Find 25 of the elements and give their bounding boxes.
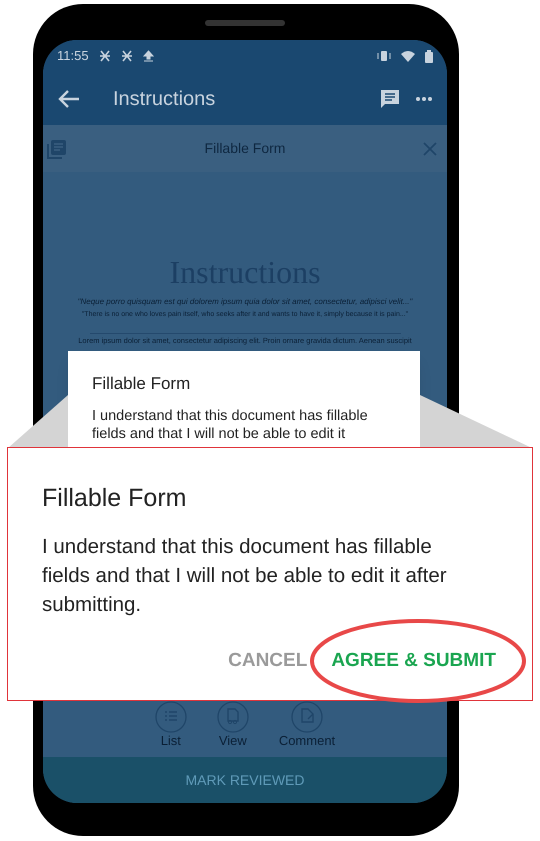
- mark-reviewed-button[interactable]: MARK REVIEWED: [185, 770, 304, 790]
- callout-message: I understand that this document has fillable fields and that I will not be able to edit it after submitting.: [42, 534, 448, 618]
- nav-label[interactable]: View: [218, 734, 247, 747]
- cancel-button[interactable]: CANCEL: [228, 642, 308, 679]
- app-bar-title: Instructions: [113, 86, 216, 112]
- comment-icon[interactable]: [290, 701, 323, 733]
- back-arrow-icon[interactable]: [57, 88, 81, 108]
- status-time: 11:55: [57, 47, 89, 66]
- message-icon[interactable]: [379, 88, 401, 110]
- dialog-message: I understand that this document has fillable fields and that I will not be able to edit it: [92, 406, 369, 442]
- battery-icon: [425, 50, 433, 62]
- more-icon[interactable]: [415, 96, 433, 102]
- vibrate-icon: [377, 50, 391, 62]
- close-icon[interactable]: [423, 142, 437, 156]
- wifi-icon: [401, 50, 415, 62]
- list-icon[interactable]: [154, 701, 187, 733]
- upload-icon: [142, 50, 154, 62]
- nav-label[interactable]: Comment: [278, 734, 336, 747]
- document-title: Fillable Form: [204, 139, 286, 158]
- dialog-title: Fillable Form: [92, 373, 192, 395]
- quote-text: "Neque porro quisquam est qui dolorem ipsum quia dolor sit amet, consectetur, adipisci velit...": [78, 296, 412, 308]
- view-icon[interactable]: [216, 701, 249, 733]
- callout-title: Fillable Form: [42, 483, 188, 514]
- document-list-icon[interactable]: [47, 138, 67, 158]
- nav-label[interactable]: List: [160, 734, 181, 747]
